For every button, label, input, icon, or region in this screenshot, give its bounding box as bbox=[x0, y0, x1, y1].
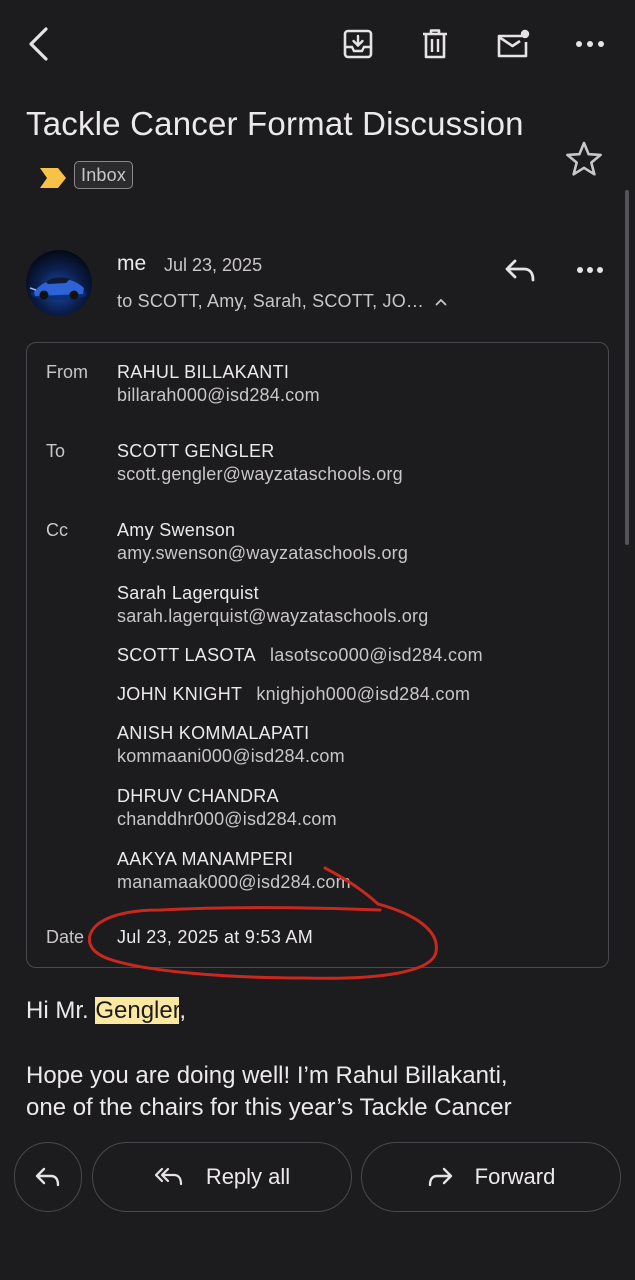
message-more-button[interactable] bbox=[570, 250, 610, 290]
cc-label: Cc bbox=[46, 520, 68, 540]
cc-name: SCOTT LASOTA bbox=[117, 645, 256, 665]
red-circle-annotation bbox=[87, 866, 438, 980]
mark-unread-button[interactable] bbox=[493, 24, 533, 64]
cc-email[interactable]: amy.swenson@wayzataschools.org bbox=[117, 543, 408, 564]
from-label: From bbox=[46, 362, 88, 382]
more-horiz-icon bbox=[576, 266, 604, 274]
to-name: SCOTT GENGLER bbox=[117, 441, 275, 461]
cc-email[interactable]: kommaani000@isd284.com bbox=[117, 746, 345, 767]
back-button[interactable] bbox=[18, 22, 58, 66]
reply-icon bbox=[504, 258, 536, 282]
reply-action-button[interactable] bbox=[14, 1142, 82, 1212]
email-subject: Tackle Cancer Format Discussion Inbox bbox=[26, 98, 546, 202]
sender-name: me bbox=[117, 252, 147, 275]
reply-all-button[interactable]: Reply all bbox=[92, 1142, 352, 1212]
forward-icon bbox=[427, 1167, 453, 1187]
forward-button[interactable]: Forward bbox=[361, 1142, 621, 1212]
recipients-summary[interactable]: to SCOTT, Amy, Sarah, SCOTT, JO… bbox=[117, 291, 447, 312]
more-horiz-icon bbox=[575, 40, 605, 48]
cc-email[interactable]: sarah.lagerquist@wayzataschools.org bbox=[117, 606, 428, 627]
reply-button[interactable] bbox=[500, 252, 540, 288]
forward-label: Forward bbox=[474, 1164, 556, 1189]
reply-icon bbox=[35, 1167, 61, 1187]
cc-email[interactable]: chanddhr000@isd284.com bbox=[117, 809, 337, 830]
archive-icon bbox=[342, 28, 374, 60]
cc-name: JOHN KNIGHT bbox=[117, 684, 243, 704]
chevron-left-icon bbox=[27, 27, 49, 61]
reply-all-icon bbox=[154, 1167, 184, 1187]
inbox-label[interactable]: Inbox bbox=[74, 161, 134, 190]
star-button[interactable] bbox=[563, 138, 605, 180]
reply-all-label: Reply all bbox=[205, 1164, 291, 1189]
cc-email[interactable]: knighjoh000@isd284.com bbox=[256, 684, 470, 704]
cc-name: Sarah Lagerquist bbox=[117, 583, 259, 603]
recipients-summary-text: to SCOTT, Amy, Sarah, SCOTT, JO… bbox=[117, 291, 425, 311]
sender-date: Jul 23, 2025 bbox=[164, 255, 263, 275]
mark-unread-icon bbox=[496, 29, 530, 59]
important-marker-icon[interactable] bbox=[38, 166, 68, 190]
body-line: Hope you are doing well! I’m Rahul Billa… bbox=[26, 1062, 508, 1089]
to-label: To bbox=[46, 441, 66, 461]
subject-title: Tackle Cancer Format Discussion bbox=[26, 105, 524, 142]
greeting-suffix: , bbox=[179, 997, 187, 1024]
more-options-button[interactable] bbox=[570, 24, 610, 64]
scrollbar[interactable] bbox=[625, 190, 629, 545]
to-email[interactable]: scott.gengler@wayzataschools.org bbox=[117, 464, 403, 485]
cc-row: SCOTT LASOTA lasotsco000@isd284.com bbox=[117, 645, 483, 666]
from-email[interactable]: billarah000@isd284.com bbox=[117, 385, 320, 406]
cc-email[interactable]: lasotsco000@isd284.com bbox=[270, 645, 483, 665]
avatar[interactable] bbox=[26, 250, 92, 316]
trash-icon bbox=[421, 28, 449, 60]
cc-row: JOHN KNIGHT knighjoh000@isd284.com bbox=[117, 684, 470, 705]
cc-name: Amy Swenson bbox=[117, 520, 236, 540]
archive-button[interactable] bbox=[338, 24, 378, 64]
greeting-prefix: Hi Mr. bbox=[26, 997, 96, 1024]
cc-name: ANISH KOMMALAPATI bbox=[117, 723, 310, 743]
star-icon bbox=[565, 140, 603, 178]
delete-button[interactable] bbox=[415, 24, 455, 64]
date-label: Date bbox=[46, 927, 85, 947]
cc-name: DHRUV CHANDRA bbox=[117, 786, 279, 806]
from-name: RAHUL BILLAKANTI bbox=[117, 362, 290, 382]
greeting: Hi Mr. Gengler, bbox=[26, 995, 186, 1027]
highlighted-name: Gengler bbox=[95, 997, 180, 1024]
chevron-up-icon bbox=[435, 298, 447, 306]
